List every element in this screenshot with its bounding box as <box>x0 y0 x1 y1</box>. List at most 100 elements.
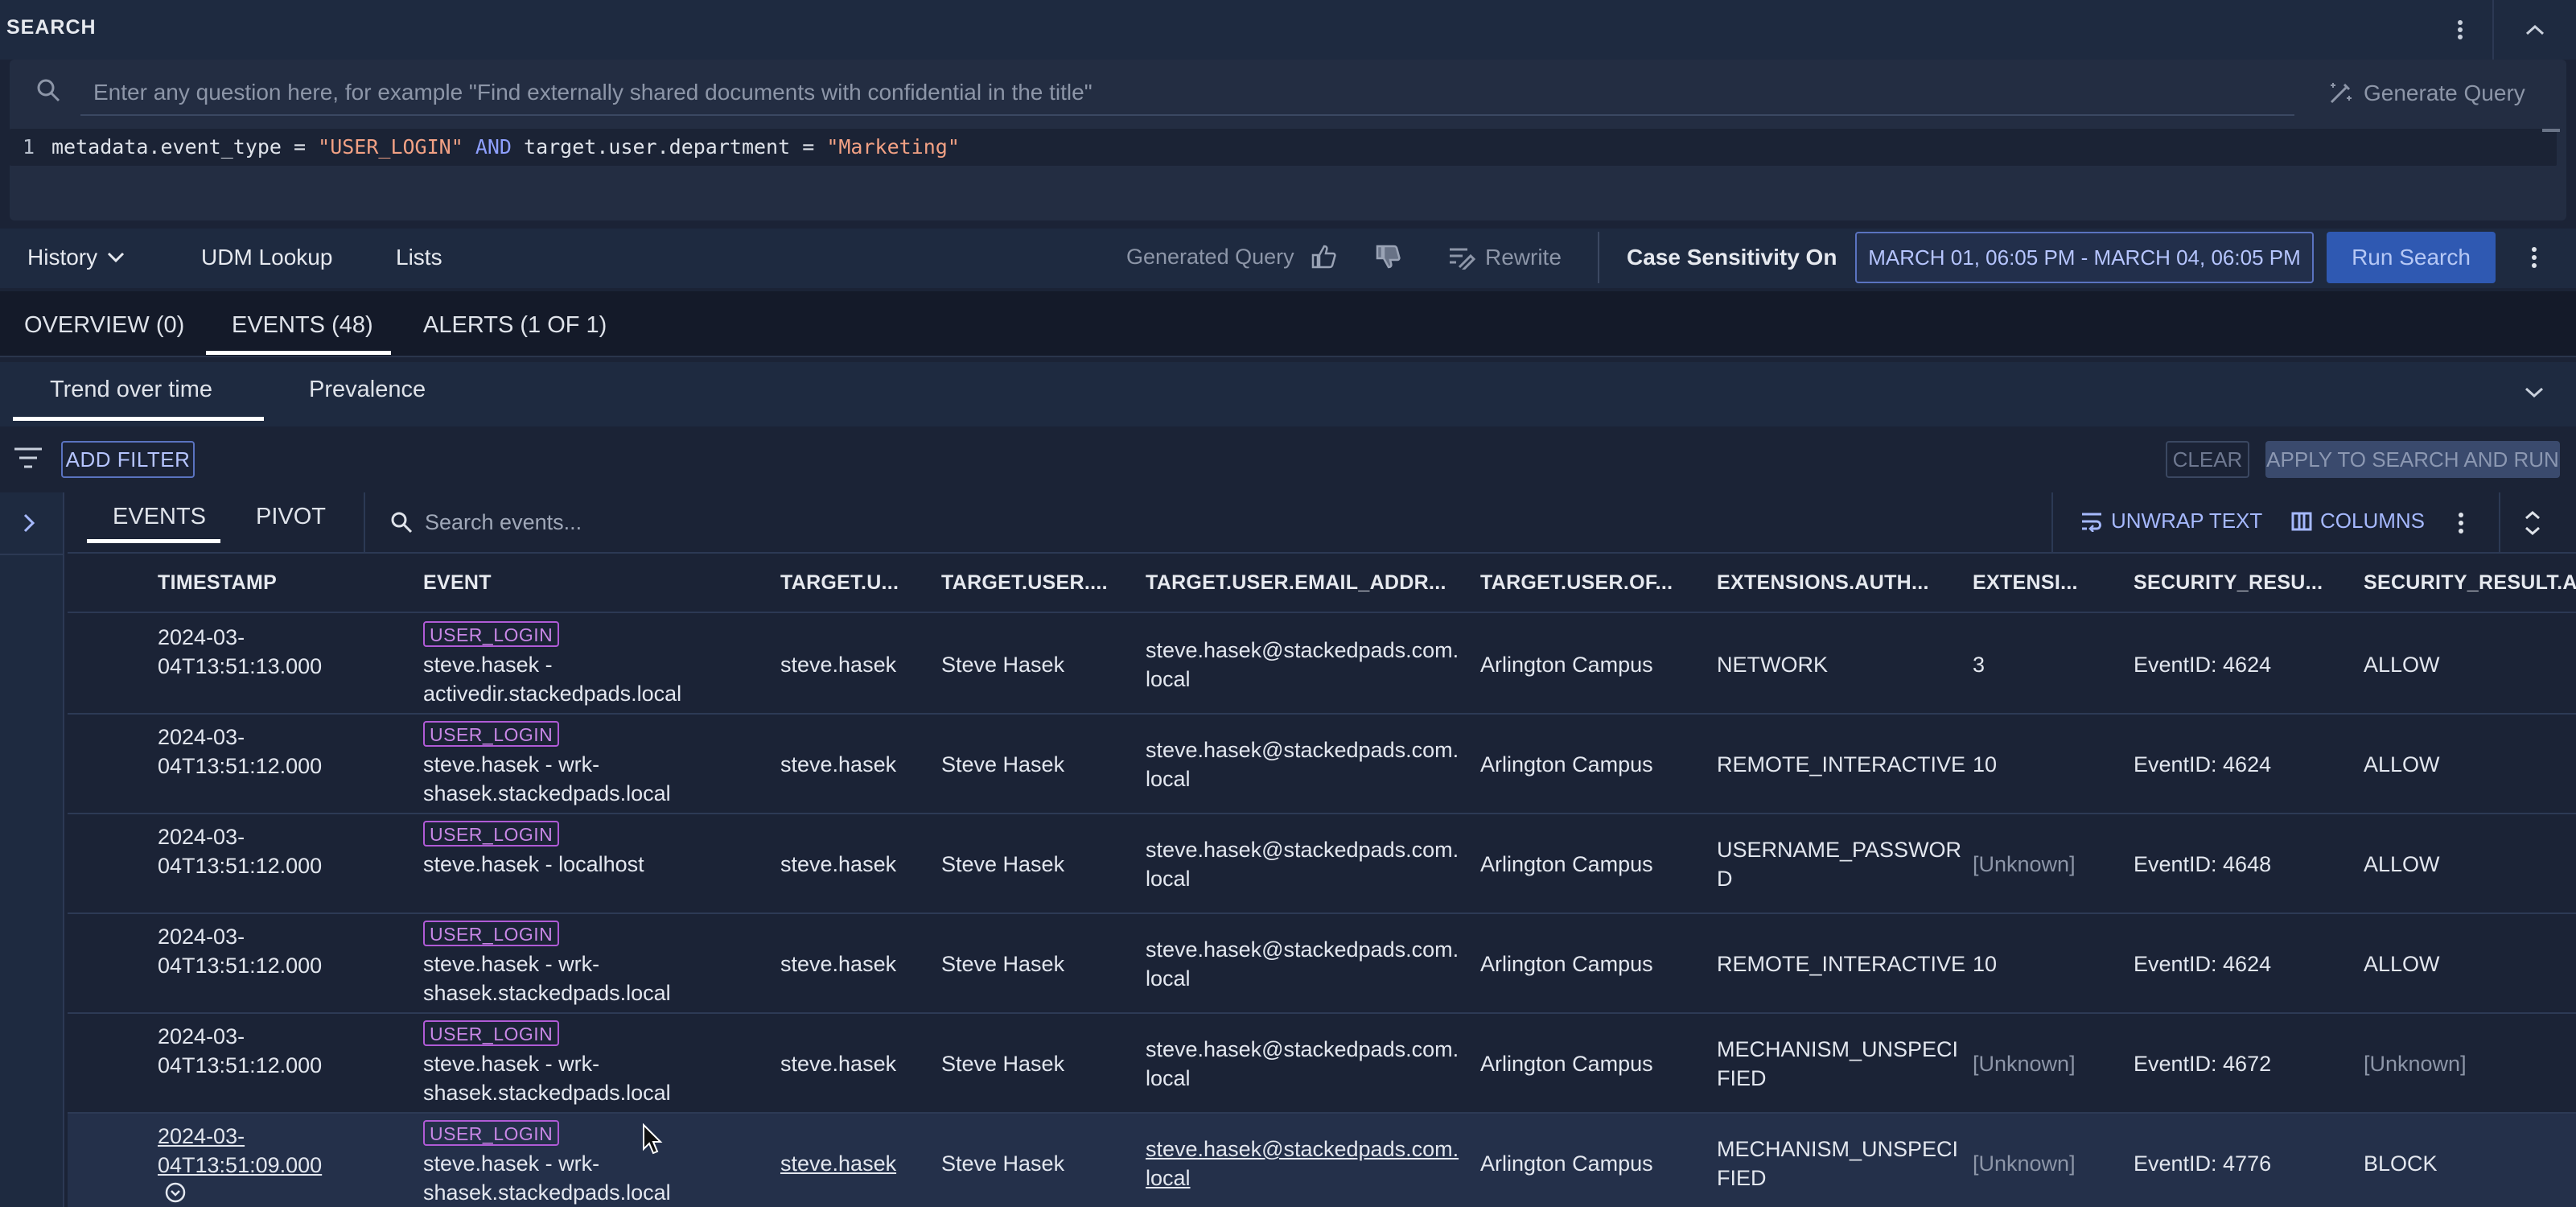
query-code[interactable]: metadata.event_type = "USER_LOGIN" AND t… <box>51 135 960 159</box>
email-cell[interactable]: steve.hasek@stackedpads.com. local <box>1146 835 1459 893</box>
tab-events[interactable]: EVENTS (48) <box>232 312 373 339</box>
column-header-office[interactable]: TARGET.USER.OF... <box>1480 571 1673 595</box>
office-cell[interactable]: Arlington Campus <box>1480 1049 1653 1078</box>
office-cell[interactable]: Arlington Campus <box>1480 950 1653 978</box>
email-cell[interactable]: steve.hasek@stackedpads.com. local <box>1146 935 1459 993</box>
auth-mechanism-cell[interactable]: USERNAME_PASSWOR D <box>1717 835 1961 893</box>
lists-button[interactable]: Lists <box>396 245 442 270</box>
security-result-cell[interactable]: EventID: 4776 <box>2134 1149 2271 1178</box>
apply-to-search-button[interactable]: APPLY TO SEARCH AND RUN <box>2265 441 2560 478</box>
column-header-target-userid[interactable]: TARGET.U... <box>780 571 899 595</box>
extensions-cell[interactable]: [Unknown] <box>1973 850 2076 879</box>
target-user-name-cell[interactable]: Steve Hasek <box>941 1049 1064 1078</box>
run-search-button[interactable]: Run Search <box>2327 232 2496 283</box>
columns-button[interactable]: COLUMNS <box>2291 509 2425 533</box>
security-action-cell[interactable]: ALLOW <box>2364 850 2440 879</box>
tab-events-list[interactable]: EVENTS <box>113 504 206 530</box>
toolbar-more-button[interactable] <box>2520 243 2549 272</box>
security-result-cell[interactable]: EventID: 4624 <box>2134 950 2271 978</box>
expand-results-button[interactable] <box>2518 509 2547 538</box>
target-user-name-cell[interactable]: Steve Hasek <box>941 750 1064 779</box>
event-cell[interactable]: USER_LOGIN steve.hasek - wrk-shasek.stack… <box>423 1014 671 1107</box>
generate-query-button[interactable]: Generate Query <box>2327 74 2525 113</box>
history-dropdown[interactable]: History <box>27 245 125 270</box>
table-row[interactable]: 2024-03- 04T13:51:09.000 USER_LOGIN steve.h… <box>68 1114 2576 1207</box>
event-cell[interactable]: USER_LOGIN steve.hasek - wrk-shasek.stack… <box>423 1114 671 1207</box>
target-userid-cell[interactable]: steve.hasek <box>780 1149 896 1178</box>
tab-prevalence[interactable]: Prevalence <box>309 377 426 403</box>
table-row[interactable]: 2024-03- 04T13:51:12.000 USER_LOGIN steve.h… <box>68 914 2576 1014</box>
email-cell[interactable]: steve.hasek@stackedpads.com. local <box>1146 1035 1459 1093</box>
table-row[interactable]: 2024-03- 04T13:51:12.000 USER_LOGIN steve.h… <box>68 1014 2576 1114</box>
security-action-cell[interactable]: ALLOW <box>2364 650 2440 679</box>
target-userid-cell[interactable]: steve.hasek <box>780 950 896 978</box>
tab-overview[interactable]: OVERVIEW (0) <box>24 312 184 339</box>
event-cell[interactable]: USER_LOGIN steve.hasek - localhost <box>423 814 644 879</box>
timestamp-cell[interactable]: 2024-03- 04T13:51:12.000 <box>158 922 322 980</box>
table-row[interactable]: 2024-03- 04T13:51:12.000 USER_LOGIN steve.h… <box>68 814 2576 914</box>
thumb-up-button[interactable] <box>1310 243 1337 270</box>
target-userid-cell[interactable]: steve.hasek <box>780 750 896 779</box>
auth-mechanism-cell[interactable]: MECHANISM_UNSPECI FIED <box>1717 1035 1958 1093</box>
column-header-extensions[interactable]: EXTENSI... <box>1973 571 2078 595</box>
email-cell[interactable]: steve.hasek@stackedpads.com. local <box>1146 636 1459 694</box>
auth-mechanism-cell[interactable]: NETWORK <box>1717 650 1828 679</box>
security-action-cell[interactable]: ALLOW <box>2364 950 2440 978</box>
target-user-name-cell[interactable]: Steve Hasek <box>941 850 1064 879</box>
natural-language-query-input[interactable] <box>80 71 2294 116</box>
column-header-target-user-name[interactable]: TARGET.USER.... <box>941 571 1108 595</box>
event-cell[interactable]: USER_LOGIN steve.hasek - wrk-shasek.stack… <box>423 914 671 1007</box>
security-result-cell[interactable]: EventID: 4648 <box>2134 850 2271 879</box>
clear-filters-button[interactable]: CLEAR <box>2166 441 2249 478</box>
filter-icon[interactable] <box>13 446 43 470</box>
timestamp-cell[interactable]: 2024-03- 04T13:51:09.000 <box>158 1122 322 1180</box>
column-header-timestamp[interactable]: TIMESTAMP <box>158 571 277 595</box>
target-userid-cell[interactable]: steve.hasek <box>780 650 896 679</box>
thumb-down-button[interactable] <box>1374 243 1401 270</box>
table-row[interactable]: 2024-03- 04T13:51:12.000 USER_LOGIN steve.h… <box>68 715 2576 814</box>
timestamp-cell[interactable]: 2024-03- 04T13:51:13.000 <box>158 623 322 681</box>
office-cell[interactable]: Arlington Campus <box>1480 750 1653 779</box>
target-user-name-cell[interactable]: Steve Hasek <box>941 950 1064 978</box>
add-filter-button[interactable]: ADD FILTER <box>61 441 195 478</box>
target-userid-cell[interactable]: steve.hasek <box>780 1049 896 1078</box>
auth-mechanism-cell[interactable]: MECHANISM_UNSPECI FIED <box>1717 1135 1958 1193</box>
udm-lookup-button[interactable]: UDM Lookup <box>201 245 332 270</box>
expand-rail-button[interactable] <box>13 507 45 539</box>
security-result-cell[interactable]: EventID: 4624 <box>2134 750 2271 779</box>
timestamp-cell[interactable]: 2024-03- 04T13:51:12.000 <box>158 1022 322 1080</box>
email-cell[interactable]: steve.hasek@stackedpads.com. local <box>1146 1135 1459 1193</box>
email-cell[interactable]: steve.hasek@stackedpads.com. local <box>1146 735 1459 793</box>
timestamp-cell[interactable]: 2024-03- 04T13:51:12.000 <box>158 723 322 781</box>
event-cell[interactable]: USER_LOGIN steve.hasek - wrk-shasek.stack… <box>423 715 671 808</box>
security-result-cell[interactable]: EventID: 4672 <box>2134 1049 2271 1078</box>
expand-row-icon[interactable] <box>164 1181 187 1204</box>
table-row[interactable]: 2024-03- 04T13:51:13.000 USER_LOGIN steve.h… <box>68 615 2576 715</box>
auth-mechanism-cell[interactable]: REMOTE_INTERACTIVE <box>1717 750 1965 779</box>
auth-mechanism-cell[interactable]: REMOTE_INTERACTIVE <box>1717 950 1965 978</box>
office-cell[interactable]: Arlington Campus <box>1480 650 1653 679</box>
results-more-button[interactable] <box>2449 509 2473 538</box>
extensions-cell[interactable]: [Unknown] <box>1973 1049 2076 1078</box>
search-more-button[interactable] <box>2446 16 2475 43</box>
target-userid-cell[interactable]: steve.hasek <box>780 850 896 879</box>
rewrite-button[interactable]: Rewrite <box>1448 245 1562 270</box>
security-action-cell[interactable]: BLOCK <box>2364 1149 2438 1178</box>
expand-chart-button[interactable] <box>2521 380 2547 406</box>
events-search-input[interactable] <box>425 502 2026 542</box>
extensions-cell[interactable]: 10 <box>1973 950 1997 978</box>
security-action-cell[interactable]: ALLOW <box>2364 750 2440 779</box>
tab-pivot[interactable]: PIVOT <box>256 504 326 530</box>
target-user-name-cell[interactable]: Steve Hasek <box>941 650 1064 679</box>
event-cell[interactable]: USER_LOGIN steve.hasek - activedir.stacked… <box>423 615 681 708</box>
security-result-cell[interactable]: EventID: 4624 <box>2134 650 2271 679</box>
column-header-email[interactable]: TARGET.USER.EMAIL_ADDR... <box>1146 571 1446 595</box>
target-user-name-cell[interactable]: Steve Hasek <box>941 1149 1064 1178</box>
extensions-cell[interactable]: 3 <box>1973 650 1985 679</box>
office-cell[interactable]: Arlington Campus <box>1480 850 1653 879</box>
tab-trend-over-time[interactable]: Trend over time <box>50 377 212 403</box>
security-action-cell[interactable]: [Unknown] <box>2364 1049 2467 1078</box>
extensions-cell[interactable]: 10 <box>1973 750 1997 779</box>
case-sensitivity-toggle[interactable]: Case Sensitivity On <box>1627 245 1837 270</box>
office-cell[interactable]: Arlington Campus <box>1480 1149 1653 1178</box>
